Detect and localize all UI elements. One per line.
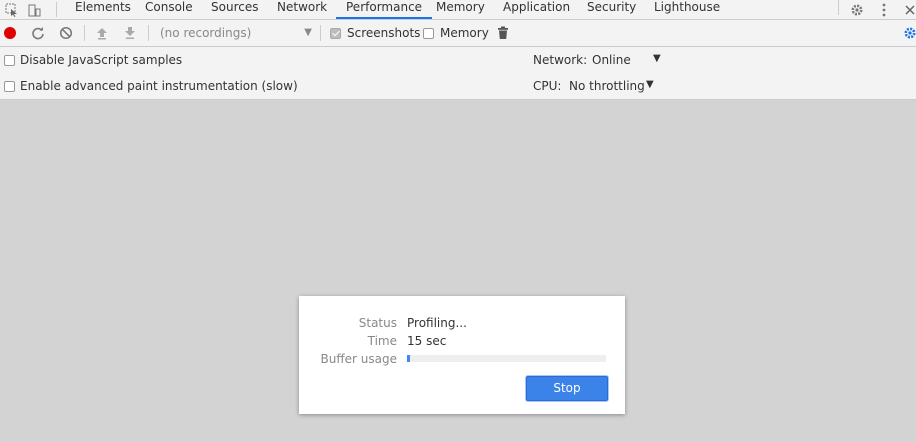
disable-js-samples-checkbox[interactable] <box>4 55 15 66</box>
reload-profile-icon[interactable] <box>30 25 46 41</box>
advanced-paint-checkbox[interactable] <box>4 81 15 92</box>
tab-sources[interactable]: Sources <box>211 0 258 19</box>
tab-console[interactable]: Console <box>145 0 193 19</box>
performance-toolbar: (no recordings) ▼ Screenshots Memory <box>0 20 916 47</box>
memory-checkbox[interactable] <box>423 28 434 39</box>
toolbar-divider <box>84 25 85 41</box>
tab-divider <box>838 0 839 15</box>
clear-icon[interactable] <box>58 25 74 41</box>
record-button[interactable] <box>2 25 18 41</box>
profiling-status-dialog: Status Profiling... Time 15 sec Buffer u… <box>299 296 625 414</box>
chevron-down-icon[interactable]: ▼ <box>646 79 654 90</box>
buffer-usage-bar <box>407 355 606 362</box>
settings-gear-icon[interactable] <box>849 0 865 19</box>
tab-divider <box>56 2 57 17</box>
buffer-usage-label: Buffer usage <box>320 352 397 366</box>
tab-security[interactable]: Security <box>587 0 636 19</box>
toolbar-divider <box>148 25 149 41</box>
capture-settings-pane: Disable JavaScript samples Enable advanc… <box>0 47 916 100</box>
network-throttling-label: Network: <box>533 53 588 67</box>
toolbar-divider <box>320 25 321 41</box>
close-devtools-icon[interactable] <box>904 0 916 19</box>
status-label: Status <box>358 316 397 330</box>
cpu-throttling-select[interactable]: No throttling <box>569 79 645 93</box>
save-profile-icon[interactable] <box>122 25 138 41</box>
buffer-usage-fill <box>407 355 410 362</box>
tab-lighthouse[interactable]: Lighthouse <box>654 0 720 19</box>
time-value: 15 sec <box>407 334 447 348</box>
screenshots-checkbox[interactable] <box>330 28 341 39</box>
status-value: Profiling... <box>407 316 467 330</box>
screenshots-label: Screenshots <box>347 26 421 40</box>
chevron-down-icon: ▼ <box>304 27 312 38</box>
collect-garbage-trash-icon[interactable] <box>495 25 511 41</box>
advanced-paint-label: Enable advanced paint instrumentation (s… <box>20 79 298 93</box>
disable-js-samples-label: Disable JavaScript samples <box>20 53 183 67</box>
load-profile-icon[interactable] <box>94 25 110 41</box>
device-toolbar-icon[interactable] <box>26 0 42 19</box>
more-options-icon[interactable] <box>878 0 890 19</box>
stop-button[interactable]: Stop <box>526 376 608 401</box>
time-label: Time <box>367 334 397 348</box>
tab-elements[interactable]: Elements <box>75 0 131 19</box>
memory-label: Memory <box>440 26 489 40</box>
capture-settings-gear-icon[interactable] <box>902 25 916 41</box>
tab-network[interactable]: Network <box>277 0 327 19</box>
cpu-throttling-label: CPU: <box>533 79 562 93</box>
devtools-tab-bar: Elements Console Sources Network Perform… <box>0 0 916 20</box>
tab-application[interactable]: Application <box>503 0 570 19</box>
recordings-select-value: (no recordings) <box>160 26 252 40</box>
tab-performance[interactable]: Performance <box>335 0 433 19</box>
recordings-select[interactable]: (no recordings) ▼ <box>154 23 316 43</box>
tab-memory[interactable]: Memory <box>436 0 485 19</box>
network-throttling-select[interactable]: Online <box>592 53 631 67</box>
chevron-down-icon[interactable]: ▼ <box>653 53 661 64</box>
inspect-element-icon[interactable] <box>4 0 20 19</box>
